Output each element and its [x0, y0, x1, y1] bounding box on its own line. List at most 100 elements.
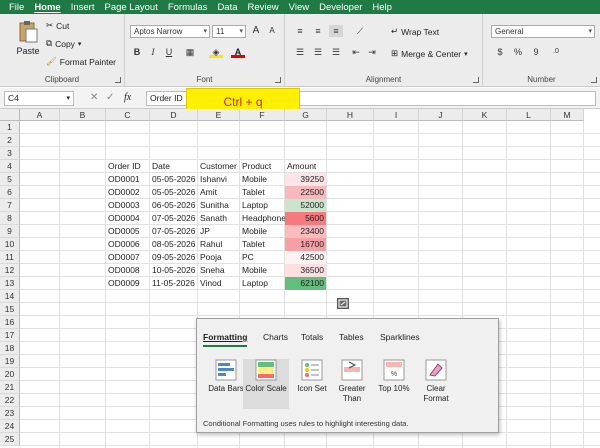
table-cell[interactable]: OD0007 — [106, 251, 142, 264]
format-painter-button[interactable]: 🖌 Format Painter — [46, 56, 116, 67]
row-header-3[interactable]: 3 — [0, 147, 20, 160]
menu-review[interactable]: Review — [243, 2, 284, 13]
column-header-a[interactable]: A — [20, 109, 60, 121]
amount-cell[interactable]: 23400 — [285, 225, 326, 238]
align-top-icon[interactable]: ≡ — [293, 25, 307, 37]
menu-page-layout[interactable]: Page Layout — [99, 2, 162, 13]
row-header-25[interactable]: 25 — [0, 433, 20, 446]
insert-function-icon[interactable]: fx — [124, 92, 131, 103]
table-cell[interactable]: Vinod — [198, 277, 224, 290]
table-cell[interactable]: Ishanvi — [198, 173, 229, 186]
column-header-l[interactable]: L — [507, 109, 551, 121]
row-header-24[interactable]: 24 — [0, 420, 20, 433]
clear-format-option[interactable]: Clear Format — [413, 359, 459, 409]
font-color-icon[interactable]: A — [231, 46, 245, 58]
row-header-8[interactable]: 8 — [0, 212, 20, 225]
align-left-icon[interactable]: ☰ — [293, 46, 307, 58]
greater-than-option[interactable]: Greater Than — [329, 359, 375, 409]
align-bottom-icon[interactable]: ≡ — [329, 25, 343, 37]
menu-home[interactable]: Home — [29, 2, 65, 13]
row-header-5[interactable]: 5 — [0, 173, 20, 186]
number-format-select[interactable]: General ▾ — [491, 25, 595, 38]
copy-button[interactable]: ⧉ Copy ▾ — [46, 38, 81, 49]
row-header-20[interactable]: 20 — [0, 368, 20, 381]
underline-button[interactable]: U — [162, 46, 176, 58]
row-header-15[interactable]: 15 — [0, 303, 20, 316]
font-name-select[interactable]: Aptos Narrow ▾ — [130, 25, 210, 38]
table-cell[interactable]: Rahul — [198, 238, 224, 251]
column-header-g[interactable]: G — [285, 109, 327, 121]
table-header-cell[interactable]: Product — [240, 160, 273, 173]
table-cell[interactable]: 09-05-2026 — [150, 251, 197, 264]
row-header-6[interactable]: 6 — [0, 186, 20, 199]
amount-cell[interactable]: 39250 — [285, 173, 326, 186]
color-scale-option[interactable]: Color Scale — [243, 359, 289, 409]
tab-tables[interactable]: Tables — [339, 332, 364, 342]
column-header-h[interactable]: H — [327, 109, 374, 121]
menu-formulas[interactable]: Formulas — [163, 2, 213, 13]
menu-developer[interactable]: Developer — [314, 2, 367, 13]
tab-totals[interactable]: Totals — [301, 332, 323, 342]
table-cell[interactable]: Sneha — [198, 264, 227, 277]
row-header-9[interactable]: 9 — [0, 225, 20, 238]
row-header-16[interactable]: 16 — [0, 316, 20, 329]
menu-view[interactable]: View — [284, 2, 314, 13]
table-cell[interactable]: 07-05-2026 — [150, 225, 197, 238]
amount-cell[interactable]: 42500 — [285, 251, 326, 264]
amount-cell[interactable]: 5600 — [285, 212, 326, 225]
increase-decimal-icon[interactable]: .0 — [549, 46, 563, 58]
italic-button[interactable]: I — [146, 46, 160, 58]
row-header-14[interactable]: 14 — [0, 290, 20, 303]
table-cell[interactable]: OD0005 — [106, 225, 142, 238]
table-header-cell[interactable]: Order ID — [106, 160, 143, 173]
fill-color-icon[interactable]: ◈ — [209, 46, 223, 58]
column-header-c[interactable]: C — [106, 109, 150, 121]
table-cell[interactable]: Tablet — [240, 186, 267, 199]
table-cell[interactable]: OD0004 — [106, 212, 142, 225]
orientation-icon[interactable]: ⟋ — [353, 25, 367, 37]
column-header-e[interactable]: E — [198, 109, 240, 121]
amount-cell[interactable]: 22500 — [285, 186, 326, 199]
amount-cell[interactable]: 62100 — [285, 277, 326, 290]
top-10-option[interactable]: % Top 10% — [371, 359, 417, 409]
table-cell[interactable]: Tablet — [240, 238, 267, 251]
table-cell[interactable]: OD0009 — [106, 277, 142, 290]
table-cell[interactable]: 05-05-2026 — [150, 186, 197, 199]
row-header-2[interactable]: 2 — [0, 134, 20, 147]
row-header-18[interactable]: 18 — [0, 342, 20, 355]
currency-icon[interactable]: $ — [493, 46, 507, 58]
table-cell[interactable]: OD0002 — [106, 186, 142, 199]
column-header-b[interactable]: B — [60, 109, 106, 121]
tab-sparklines[interactable]: Sparklines — [380, 332, 420, 342]
row-header-17[interactable]: 17 — [0, 329, 20, 342]
amount-cell[interactable]: 36500 — [285, 264, 326, 277]
amount-cell[interactable]: 52000 — [285, 199, 326, 212]
menu-file[interactable]: File — [4, 2, 29, 13]
table-cell[interactable]: Amit — [198, 186, 219, 199]
table-cell[interactable]: JP — [198, 225, 212, 238]
row-header-7[interactable]: 7 — [0, 199, 20, 212]
table-cell[interactable]: PC — [240, 251, 256, 264]
column-header-d[interactable]: D — [150, 109, 198, 121]
table-cell[interactable]: Mobile — [240, 173, 269, 186]
dialog-launcher-icon[interactable] — [275, 77, 281, 83]
comma-style-icon[interactable]: 9 — [529, 46, 543, 58]
row-header-19[interactable]: 19 — [0, 355, 20, 368]
indent-increase-icon[interactable]: ⇥ — [365, 46, 379, 58]
wrap-text-button[interactable]: ↵ Wrap Text — [391, 26, 439, 37]
table-cell[interactable]: Pooja — [198, 251, 224, 264]
row-header-12[interactable]: 12 — [0, 264, 20, 277]
menu-insert[interactable]: Insert — [66, 2, 100, 13]
row-header-13[interactable]: 13 — [0, 277, 20, 290]
quick-analysis-button[interactable] — [337, 298, 349, 309]
column-header-j[interactable]: J — [419, 109, 463, 121]
table-cell[interactable]: Laptop — [240, 199, 270, 212]
row-header-4[interactable]: 4 — [0, 160, 20, 173]
table-cell[interactable]: 08-05-2026 — [150, 238, 197, 251]
align-right-icon[interactable]: ☰ — [329, 46, 343, 58]
row-header-23[interactable]: 23 — [0, 407, 20, 420]
table-header-cell[interactable]: Customer — [198, 160, 239, 173]
amount-cell[interactable]: 16700 — [285, 238, 326, 251]
table-cell[interactable]: Mobile — [240, 264, 269, 277]
borders-icon[interactable]: ▦ — [183, 46, 197, 58]
